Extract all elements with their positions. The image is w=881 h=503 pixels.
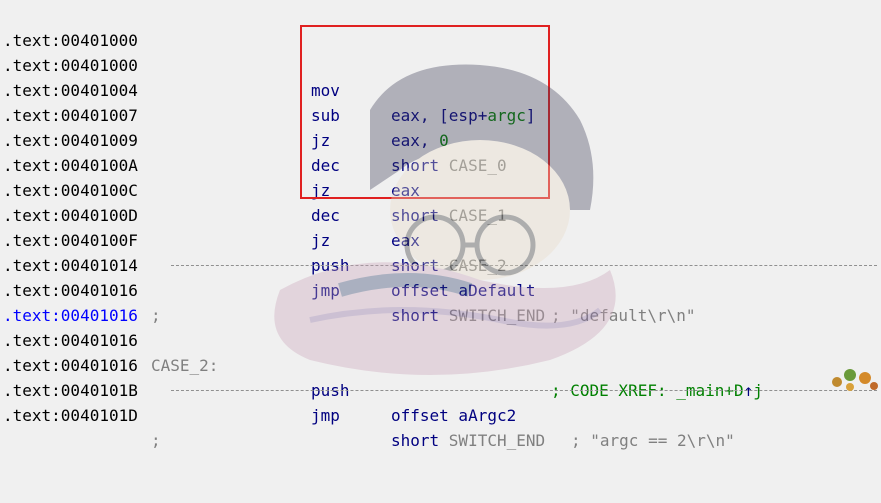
listing-line[interactable]: .text:00401016 CASE_2: ; CODE XREF: _mai… — [0, 303, 881, 400]
listing-line[interactable]: .text:00401014 jmp short SWITCH_END — [0, 228, 881, 325]
listing-line[interactable]: .text:0040101D ; — [0, 378, 881, 450]
mascot-logo-icon — [832, 369, 878, 391]
separator-line — [171, 265, 877, 266]
listing-line[interactable]: .text:00401016 push offset aArgc2 ; "arg… — [0, 328, 881, 450]
address: .text:0040101D — [3, 406, 138, 425]
jump-target-label[interactable]: SWITCH_END — [449, 431, 545, 450]
highlight-box — [300, 25, 550, 199]
operand[interactable]: offset aArgc2 — [391, 403, 516, 428]
comment: ; "argc == 2\r\n" — [571, 431, 735, 450]
listing-line-selected[interactable]: .text:00401016 — [0, 278, 881, 325]
separator-semicolon: ; — [151, 431, 161, 450]
operand[interactable]: short SWITCH_END — [391, 428, 545, 453]
listing-line[interactable]: .text:0040100F push offset aDefault ; "d… — [0, 203, 881, 325]
mnemonic[interactable]: jmp — [311, 403, 340, 428]
separator-line — [171, 390, 877, 391]
listing-line[interactable]: .text:00401016 ; — [0, 253, 881, 325]
listing-line[interactable]: .text:0040101B jmp short SWITCH_END — [0, 353, 881, 450]
